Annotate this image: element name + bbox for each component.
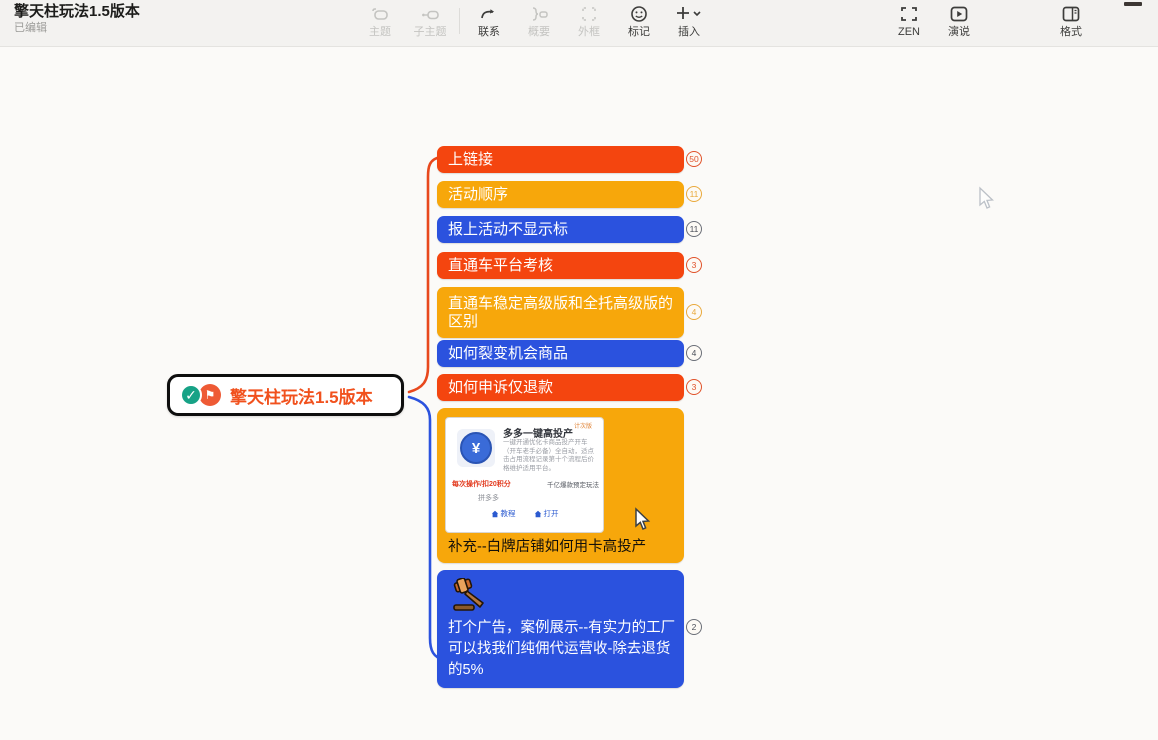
summary-icon: [529, 4, 549, 24]
format-button[interactable]: 格式: [1046, 4, 1096, 38]
child-count-badge[interactable]: 11: [686, 221, 702, 237]
branch-label: 上链接: [448, 151, 493, 169]
ad-branch-node[interactable]: 打个广告，案例展示--有实力的工厂可以找我们纯佣代运营收-除去退货的5%: [437, 570, 684, 688]
branch-label: 直通车平台考核: [448, 257, 553, 275]
document-title: 擎天柱玩法1.5版本: [14, 3, 140, 21]
mindmap-canvas[interactable]: ✓ ⚑ 擎天柱玩法1.5版本 上链接 活动顺序 报上活动不显示标 直通车平台考核…: [0, 47, 1158, 740]
branch-node[interactable]: 如何裂变机会商品: [437, 340, 684, 367]
child-count-badge[interactable]: 50: [686, 151, 702, 167]
branch-node[interactable]: 上链接: [437, 146, 684, 173]
branch-node[interactable]: 直通车稳定高级版和全托高级版的区别: [437, 287, 684, 338]
tutorial-link: 教程: [491, 508, 516, 519]
app-cost-note: 每次操作/扣20积分: [452, 479, 511, 489]
app-platform: 拼多多: [478, 493, 499, 503]
central-topic-label: 擎天柱玩法1.5版本: [230, 383, 373, 408]
summary-button[interactable]: 概要: [514, 4, 564, 38]
zen-icon: [899, 4, 919, 24]
toolbar: 擎天柱玩法1.5版本 已编辑 主题 子主题 联系 概要: [0, 0, 1158, 47]
window-control-dash[interactable]: [1124, 2, 1142, 6]
relationship-label: 联系: [478, 26, 500, 38]
insert-icon: [674, 4, 704, 24]
branch-label: 直通车稳定高级版和全托高级版的区别: [448, 295, 673, 331]
branch-label: 如何裂变机会商品: [448, 345, 568, 363]
topic-icon: [370, 4, 390, 24]
branch-label: 如何申诉仅退款: [448, 379, 553, 397]
app-feature-note: 千亿爆款预定玩法: [547, 479, 599, 489]
embedded-app-screenshot: ¥ 多多一键高投产 计次版 一键开通优化卡商品投产开车（开车老手必备）全自动，适…: [445, 417, 604, 533]
toolbar-center-group: 主题 子主题 联系 概要 外框: [355, 4, 714, 38]
home-icon: [491, 510, 499, 518]
boundary-icon: [579, 4, 599, 24]
ad-branch-label: 打个广告，案例展示--有实力的工厂可以找我们纯佣代运营收-除去退货的5%: [448, 618, 676, 681]
toolbar-format-group: 格式: [1046, 4, 1096, 38]
gavel-icon: [449, 578, 491, 614]
app-name: 多多一键高投产: [503, 425, 573, 440]
central-topic[interactable]: ✓ ⚑ 擎天柱玩法1.5版本: [167, 374, 404, 416]
boundary-button[interactable]: 外框: [564, 4, 614, 38]
child-count-badge[interactable]: 3: [686, 379, 702, 395]
zen-button[interactable]: ZEN: [884, 4, 934, 38]
flag-circle-icon[interactable]: ⚑: [199, 384, 221, 406]
marker-icon: [630, 4, 648, 24]
topic-label: 主题: [369, 26, 391, 38]
marker-label: 标记: [628, 26, 650, 38]
subtopic-label: 子主题: [414, 26, 447, 38]
insert-button[interactable]: 插入: [664, 4, 714, 38]
pitch-button[interactable]: 演说: [934, 4, 984, 38]
ghost-mouse-cursor: [976, 186, 996, 212]
image-branch-node[interactable]: ¥ 多多一键高投产 计次版 一键开通优化卡商品投产开车（开车老手必备）全自动，适…: [437, 408, 684, 563]
check-circle-icon[interactable]: ✓: [180, 384, 202, 406]
branch-node[interactable]: 活动顺序: [437, 181, 684, 208]
child-count-badge[interactable]: 4: [686, 304, 702, 320]
app-logo-icon: ¥: [457, 429, 495, 467]
format-label: 格式: [1060, 26, 1082, 38]
child-count-badge[interactable]: 3: [686, 257, 702, 273]
boundary-label: 外框: [578, 26, 600, 38]
branch-node[interactable]: 报上活动不显示标: [437, 216, 684, 243]
zen-label: ZEN: [898, 26, 920, 38]
subtopic-button[interactable]: 子主题: [405, 4, 455, 38]
child-count-badge[interactable]: 4: [686, 345, 702, 361]
branch-label: 活动顺序: [448, 186, 508, 204]
open-link: 打开: [534, 508, 559, 519]
document-status: 已编辑: [14, 21, 140, 36]
child-count-badge[interactable]: 11: [686, 186, 702, 202]
insert-label: 插入: [678, 26, 700, 38]
yuan-refresh-icon: ¥: [460, 432, 492, 464]
topic-button[interactable]: 主题: [355, 4, 405, 38]
pitch-label: 演说: [948, 26, 970, 38]
relationship-icon: [479, 4, 499, 24]
home-icon: [534, 510, 542, 518]
summary-label: 概要: [528, 26, 550, 38]
toolbar-divider: [459, 8, 460, 34]
toolbar-zen-group: ZEN 演说: [884, 4, 984, 38]
branch-node[interactable]: 如何申诉仅退款: [437, 374, 684, 401]
child-count-badge[interactable]: 2: [686, 619, 702, 635]
image-branch-caption: 补充--白牌店铺如何用卡高投产: [448, 535, 646, 556]
marker-button[interactable]: 标记: [614, 4, 664, 38]
relationship-button[interactable]: 联系: [464, 4, 514, 38]
app-actions: 教程 打开: [446, 508, 603, 519]
branch-label: 报上活动不显示标: [448, 221, 568, 239]
app-description: 一键开通优化卡商品投产开车（开车老手必备）全自动，适点击占用流程记录第十个流程后…: [503, 439, 597, 473]
pitch-icon: [949, 4, 969, 24]
format-icon: [1061, 4, 1081, 24]
app-edition-tag: 计次版: [574, 421, 592, 430]
document-meta: 擎天柱玩法1.5版本 已编辑: [14, 3, 140, 36]
subtopic-icon: [420, 4, 440, 24]
branch-node[interactable]: 直通车平台考核: [437, 252, 684, 279]
